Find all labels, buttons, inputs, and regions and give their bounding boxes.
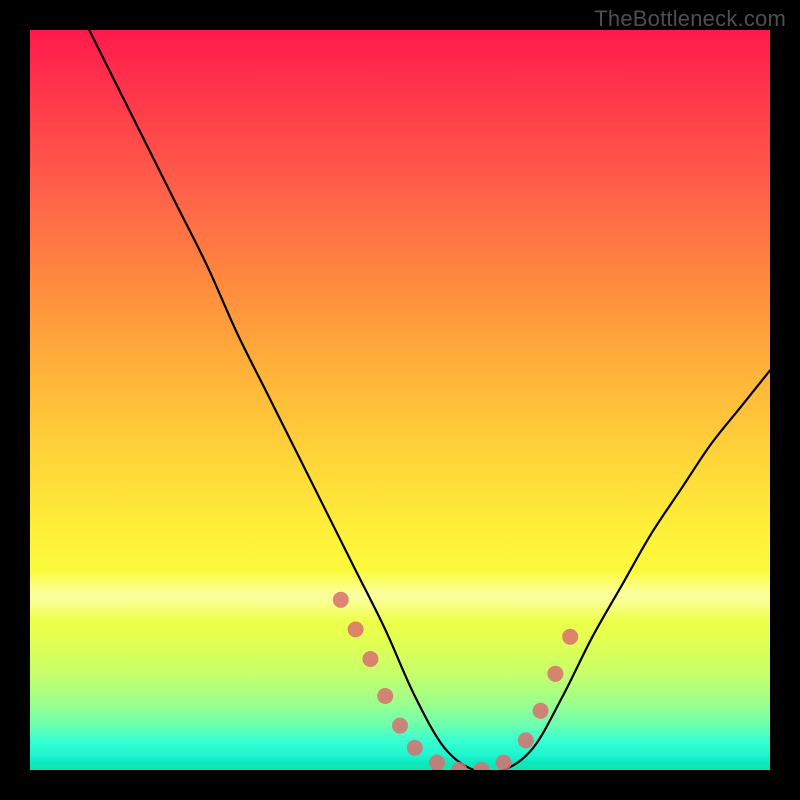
- watermark-text: TheBottleneck.com: [594, 6, 786, 32]
- highlight-dot: [496, 755, 512, 770]
- highlight-dot: [377, 688, 393, 704]
- highlight-dot: [392, 718, 408, 734]
- curve-layer: [30, 30, 770, 770]
- highlight-dot: [362, 651, 378, 667]
- highlight-dot: [451, 762, 467, 770]
- highlight-dots-group: [333, 592, 578, 770]
- chart-frame: TheBottleneck.com: [0, 0, 800, 800]
- highlight-dot: [407, 740, 423, 756]
- highlight-dot: [547, 666, 563, 682]
- highlight-dot: [518, 732, 534, 748]
- highlight-dot: [562, 629, 578, 645]
- bottleneck-curve-path: [89, 30, 770, 770]
- highlight-dot: [473, 762, 489, 770]
- plot-area: [30, 30, 770, 770]
- highlight-dot: [333, 592, 349, 608]
- highlight-dot: [533, 703, 549, 719]
- highlight-dot: [348, 621, 364, 637]
- pale-horizontal-band: [30, 570, 770, 622]
- highlight-dot: [429, 755, 445, 770]
